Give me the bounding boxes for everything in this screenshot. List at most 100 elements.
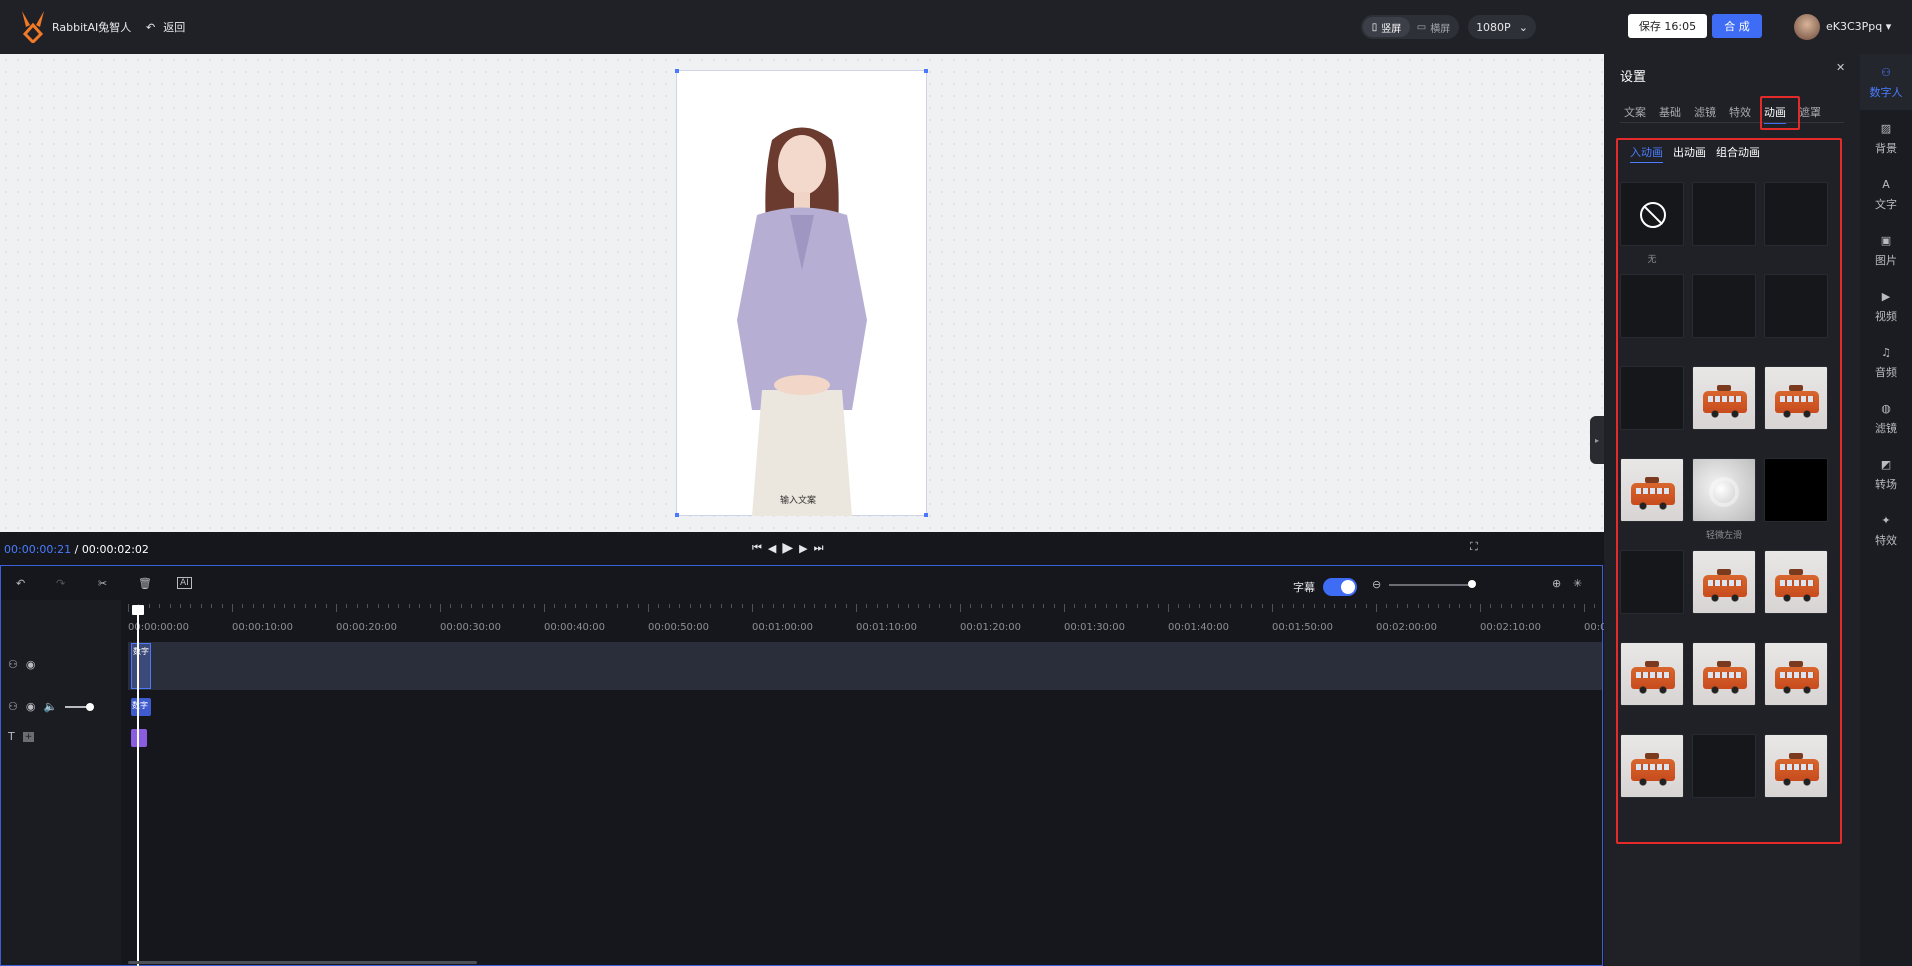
step-forward-icon[interactable]: ▶: [799, 542, 807, 555]
zoom-slider-knob[interactable]: [1468, 579, 1477, 588]
scissors-icon[interactable]: ✂: [98, 577, 107, 590]
rail-item[interactable]: A 文字: [1860, 166, 1912, 222]
landscape-option[interactable]: ▭ 横屏: [1410, 17, 1457, 37]
ruler-minor-tick: [731, 604, 733, 608]
skip-to-start-icon[interactable]: ⏮: [752, 541, 762, 555]
animation-preset[interactable]: [1764, 182, 1828, 246]
undo-icon[interactable]: ↶: [16, 577, 25, 590]
animation-preset[interactable]: [1620, 734, 1684, 798]
resize-handle[interactable]: [675, 69, 679, 73]
snap-icon[interactable]: ✳: [1573, 577, 1582, 590]
tab-1[interactable]: 基础: [1659, 104, 1681, 124]
animation-preset[interactable]: [1764, 734, 1828, 798]
no-animation-icon: [1640, 202, 1666, 228]
animation-preset[interactable]: [1764, 642, 1828, 706]
zoom-slider[interactable]: [1389, 579, 1477, 588]
animation-preset[interactable]: [1692, 182, 1756, 246]
fullscreen-icon[interactable]: ⛶: [1470, 540, 1478, 554]
back-button[interactable]: ↶ 返回: [146, 19, 185, 35]
rail-item[interactable]: ▶ 视频: [1860, 278, 1912, 334]
add-text-icon[interactable]: +: [22, 731, 35, 742]
zoom-out-icon[interactable]: ⊖: [1372, 578, 1381, 591]
digital-human-figure[interactable]: [702, 120, 902, 516]
animation-preset[interactable]: [1692, 458, 1756, 522]
visibility-eye-icon[interactable]: ◉: [26, 700, 36, 713]
rail-item[interactable]: ▨ 背景: [1860, 110, 1912, 166]
ai-caption-icon[interactable]: AI: [177, 577, 192, 589]
animation-preset[interactable]: [1620, 642, 1684, 706]
ruler-minor-tick: [783, 604, 785, 608]
animation-preset[interactable]: [1692, 274, 1756, 338]
zoom-in-icon[interactable]: ⊕: [1552, 577, 1561, 590]
current-time: 00:00:00:21: [4, 543, 72, 556]
playhead-handle[interactable]: [132, 605, 144, 615]
volume-icon[interactable]: 🔈: [43, 700, 57, 713]
rail-item[interactable]: ✦ 特效: [1860, 502, 1912, 558]
animation-preset[interactable]: [1692, 734, 1756, 798]
subtab-2[interactable]: 组合动画: [1716, 144, 1760, 163]
tab-0[interactable]: 文案: [1624, 104, 1646, 124]
rail-item[interactable]: ◍ 滤镜: [1860, 390, 1912, 446]
ruler-minor-tick: [159, 604, 161, 608]
playhead[interactable]: [137, 606, 139, 966]
redo-icon[interactable]: ↷: [56, 577, 65, 590]
orientation-toggle[interactable]: ▯ 竖屏 ▭ 横屏: [1361, 15, 1459, 39]
animation-preset[interactable]: [1764, 366, 1828, 430]
avatar[interactable]: [1794, 14, 1820, 40]
tab-5[interactable]: 遮罩: [1799, 104, 1821, 124]
ruler-minor-tick: [429, 604, 431, 608]
rail-item[interactable]: ♫ 音频: [1860, 334, 1912, 390]
audio-clip[interactable]: 数字: [131, 698, 151, 716]
subtab-0[interactable]: 入动画: [1630, 144, 1663, 163]
tab-3[interactable]: 特效: [1729, 104, 1751, 124]
volume-slider[interactable]: [65, 702, 95, 711]
ruler-minor-tick: [1074, 604, 1076, 608]
horizontal-scrollbar[interactable]: [128, 961, 477, 964]
skip-to-end-icon[interactable]: ⏭: [814, 541, 824, 555]
play-icon[interactable]: ▶: [782, 540, 793, 556]
animation-preset[interactable]: [1620, 366, 1684, 430]
visibility-eye-icon[interactable]: ◉: [26, 658, 36, 671]
ruler-minor-tick: [700, 604, 701, 608]
subtitle-caption[interactable]: 输入文案: [780, 493, 816, 506]
step-back-icon[interactable]: ◀: [768, 542, 776, 555]
text-clip[interactable]: [131, 729, 147, 747]
portrait-option[interactable]: ▯ 竖屏: [1363, 17, 1410, 37]
subtab-1[interactable]: 出动画: [1673, 144, 1706, 163]
close-icon[interactable]: ✕: [1836, 61, 1845, 74]
animation-preset[interactable]: [1692, 366, 1756, 430]
ruler-minor-tick: [949, 604, 951, 608]
tab-2[interactable]: 滤镜: [1694, 104, 1716, 124]
ruler-label: 00:02:00:00: [1376, 622, 1438, 633]
avatar-clip[interactable]: 数字: [131, 643, 151, 689]
save-button[interactable]: 保存 16:05: [1628, 14, 1707, 38]
ruler-label: 00:01:20:00: [960, 622, 1022, 633]
timeline-ruler[interactable]: 00:00:00:00 00:00:10:00 00:00:20:00 00:00:3…: [128, 604, 1606, 633]
rail-item-label: 音频: [1875, 365, 1897, 379]
animation-preset[interactable]: [1620, 182, 1684, 246]
rail-item[interactable]: ◩ 转场: [1860, 446, 1912, 502]
synthesize-button[interactable]: 合 成: [1712, 14, 1762, 38]
animation-preset[interactable]: [1620, 458, 1684, 522]
animation-preset[interactable]: [1764, 274, 1828, 338]
subtitle-toggle[interactable]: 字幕: [1293, 578, 1357, 596]
trash-icon[interactable]: 🗑: [138, 577, 152, 590]
resolution-select[interactable]: 1080P ⌄: [1468, 15, 1536, 39]
user-menu[interactable]: eK3C3Ppq ▾: [1826, 20, 1891, 33]
animation-preset[interactable]: [1764, 550, 1828, 614]
animation-preset[interactable]: [1620, 550, 1684, 614]
rail-item[interactable]: ▣ 图片: [1860, 222, 1912, 278]
subtitle-switch[interactable]: [1323, 578, 1357, 596]
animation-preset[interactable]: [1692, 550, 1756, 614]
ruler-label: 00:01:50:00: [1272, 622, 1334, 633]
ruler-minor-tick: [835, 604, 837, 608]
resize-handle[interactable]: [924, 513, 928, 517]
panel-collapse-handle[interactable]: ▸: [1590, 416, 1604, 464]
animation-preset[interactable]: [1764, 458, 1828, 522]
resize-handle[interactable]: [924, 69, 928, 73]
rail-item[interactable]: ⚇ 数字人: [1860, 54, 1912, 110]
avatar-track[interactable]: [128, 642, 1602, 690]
resize-handle[interactable]: [675, 513, 679, 517]
animation-preset[interactable]: [1692, 642, 1756, 706]
animation-preset[interactable]: [1620, 274, 1684, 338]
